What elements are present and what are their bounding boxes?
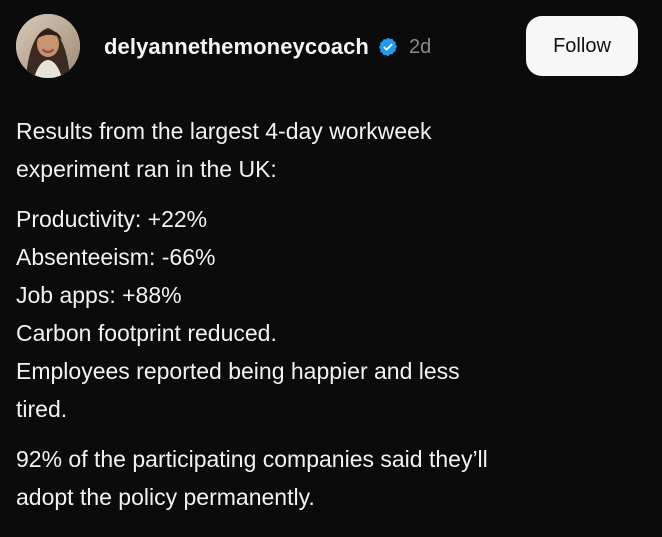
- post-time: 2d: [408, 35, 432, 58]
- author-row: delyannethemoneycoach 2d: [104, 30, 431, 64]
- text-line: Carbon footprint reduced.: [16, 320, 277, 346]
- username[interactable]: delyannethemoneycoach: [104, 34, 369, 60]
- avatar[interactable]: [16, 14, 80, 78]
- text-line: Employees reported being happier and les…: [16, 358, 460, 384]
- paragraph-conclusion: 92% of the participating companies said …: [16, 440, 636, 516]
- avatar-image: [16, 14, 80, 78]
- text-line: 92% of the participating companies said …: [16, 446, 488, 472]
- post-body: Results from the largest 4-day workweek …: [16, 112, 636, 528]
- thread-post: delyannethemoneycoach 2d Follow Results …: [0, 0, 662, 537]
- follow-button[interactable]: Follow: [526, 16, 638, 76]
- text-line: Job apps: +88%: [16, 282, 182, 308]
- text-line: adopt the policy permanently.: [16, 484, 315, 510]
- paragraph-intro: Results from the largest 4-day workweek …: [16, 112, 636, 188]
- post-header: delyannethemoneycoach 2d Follow: [0, 0, 662, 100]
- text-line: Absenteeism: -66%: [16, 244, 216, 270]
- text-line: Productivity: +22%: [16, 206, 208, 232]
- text-line: tired.: [16, 396, 68, 422]
- verified-badge-icon: [377, 36, 399, 58]
- paragraph-stats: Productivity: +22% Absenteeism: -66% Job…: [16, 200, 636, 428]
- text-line: Results from the largest 4-day workweek: [16, 118, 432, 144]
- text-line: experiment ran in the UK:: [16, 156, 277, 182]
